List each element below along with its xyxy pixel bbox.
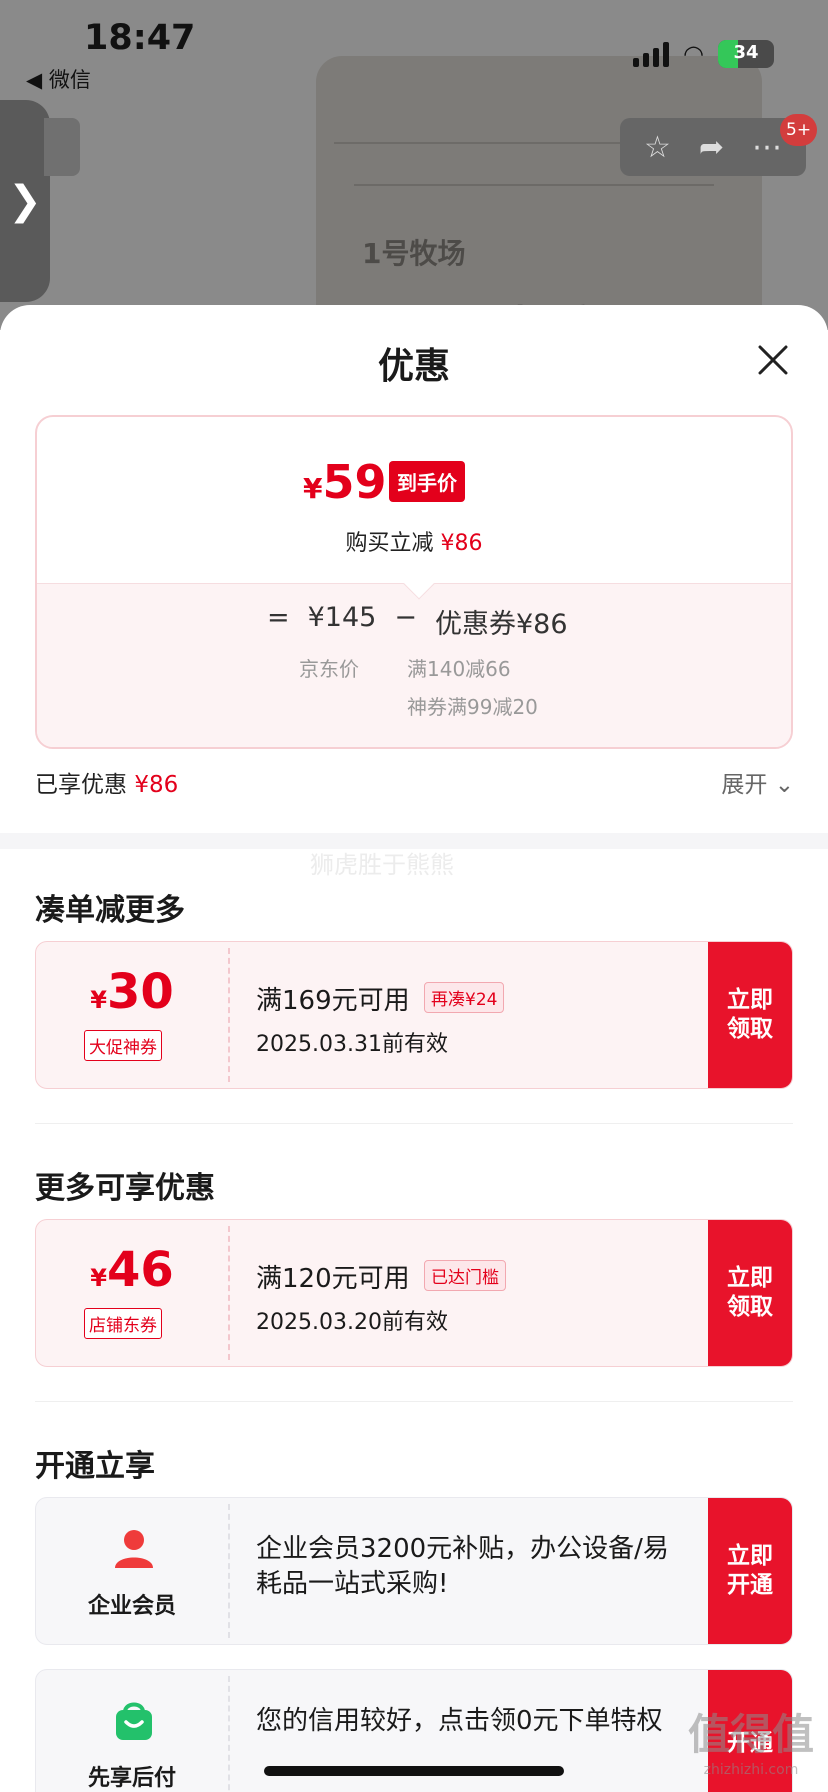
coupon-value: ¥46 店铺东券 [36, 1220, 228, 1366]
coupon-card: ¥30 大促神券 满169元可用 再凑¥24 2025.03.31前有效 立即领… [35, 941, 793, 1089]
member-description: 您的信用较好，点击领0元下单特权 [256, 1706, 663, 1736]
purchase-reduction: 购买立减 ¥86 [345, 531, 483, 556]
home-indicator[interactable] [264, 1766, 564, 1776]
battery-icon: 34 [718, 40, 774, 68]
discount-sheet: 优惠 ¥59 到手价 购买立减 ¥86 = ¥145 − 优惠券¥86 京东价 … [0, 305, 828, 1792]
member-label: 先享后付 [87, 1766, 176, 1791]
coupon-value: ¥30 大促神券 [36, 942, 228, 1088]
coupon-detail-1: 满140减66 [407, 657, 511, 681]
product-brand: 1号牧场 [362, 237, 466, 270]
member-description: 企业会员3200元补贴，办公设备/易耗品一站式采购! [256, 1534, 669, 1600]
final-price: ¥59 [303, 455, 387, 509]
back-to-wechat-link[interactable]: ◀ 微信 [26, 64, 91, 94]
coupon-condition: 满120元可用 [256, 1264, 410, 1294]
divider [35, 1401, 793, 1402]
person-icon [115, 1530, 153, 1568]
product-toolbar: ☆ ➦ ⋯ [620, 118, 806, 176]
coupon-type-tag: 大促神券 [84, 1030, 162, 1061]
equals-sign: = [267, 602, 290, 633]
section-title-more: 凑单减更多 [35, 893, 185, 928]
share-icon[interactable]: ➦ [699, 130, 724, 165]
coupon-perforation [228, 1226, 230, 1360]
coupon-validity: 2025.03.31前有效 [256, 1032, 448, 1057]
section-title-enjoy: 更多可享优惠 [35, 1171, 215, 1206]
status-icons: ◠ 34 [633, 40, 774, 68]
more-icon[interactable]: ⋯ [752, 130, 782, 165]
coupon-condition: 满169元可用 [256, 986, 410, 1016]
side-expand-tab[interactable]: ❯ [0, 100, 50, 302]
watermark-text: 狮虎胜于熊熊 [310, 851, 454, 879]
coupon-total: 优惠券¥86 [434, 609, 568, 640]
product-image: 1号牧场 园丁生产 [316, 56, 762, 330]
coupon-badge: 再凑¥24 [424, 982, 505, 1013]
member-perforation [228, 1676, 230, 1792]
chevron-down-icon: ⌄ [774, 772, 794, 798]
product-seal-line [354, 184, 714, 186]
member-perforation [228, 1504, 230, 1638]
original-price-label: 京东价 [299, 657, 359, 681]
member-card-enterprise: 企业会员 企业会员3200元补贴，办公设备/易耗品一站式采购! 立即开通 [35, 1497, 793, 1645]
coupon-validity: 2025.03.20前有效 [256, 1310, 448, 1335]
chevron-right-icon: ❯ [8, 178, 42, 224]
member-label: 企业会员 [87, 1594, 176, 1619]
claim-coupon-button[interactable]: 立即领取 [708, 1220, 792, 1366]
price-breakdown-card: ¥59 到手价 购买立减 ¥86 = ¥145 − 优惠券¥86 京东价 满14… [35, 415, 793, 749]
back-button[interactable] [44, 118, 80, 176]
sheet-title: 优惠 [377, 346, 450, 387]
wifi-icon: ◠ [683, 40, 704, 68]
message-badge: 5+ [780, 114, 818, 146]
battery-level: 34 [733, 42, 759, 63]
star-icon[interactable]: ☆ [644, 130, 671, 165]
minus-sign: − [394, 602, 417, 633]
coupon-card: ¥46 店铺东券 满120元可用 已达门槛 2025.03.20前有效 立即领取 [35, 1219, 793, 1367]
section-title-open: 开通立享 [35, 1449, 155, 1484]
coupon-detail-2: 神券满99减20 [407, 695, 538, 719]
claim-coupon-button[interactable]: 立即领取 [708, 942, 792, 1088]
close-icon[interactable] [748, 335, 798, 385]
original-price: ¥145 [307, 602, 377, 633]
status-time: 18:47 [84, 18, 196, 58]
divider [35, 1123, 793, 1124]
coupon-type-tag: 店铺东券 [84, 1308, 162, 1339]
site-watermark: 值得值 zhizhizhi.com [687, 1710, 814, 1778]
final-price-tag: 到手价 [389, 461, 465, 502]
enjoyed-discount: 已享优惠 ¥86 [35, 772, 179, 798]
shopping-bag-icon [116, 1702, 152, 1740]
expand-button[interactable]: 展开 ⌄ [721, 765, 794, 799]
activate-member-button[interactable]: 立即开通 [708, 1498, 792, 1644]
signal-icon [633, 41, 670, 67]
coupon-perforation [228, 948, 230, 1082]
price-formula: = ¥145 − 优惠券¥86 [267, 602, 568, 641]
coupon-badge: 已达门槛 [424, 1260, 506, 1291]
